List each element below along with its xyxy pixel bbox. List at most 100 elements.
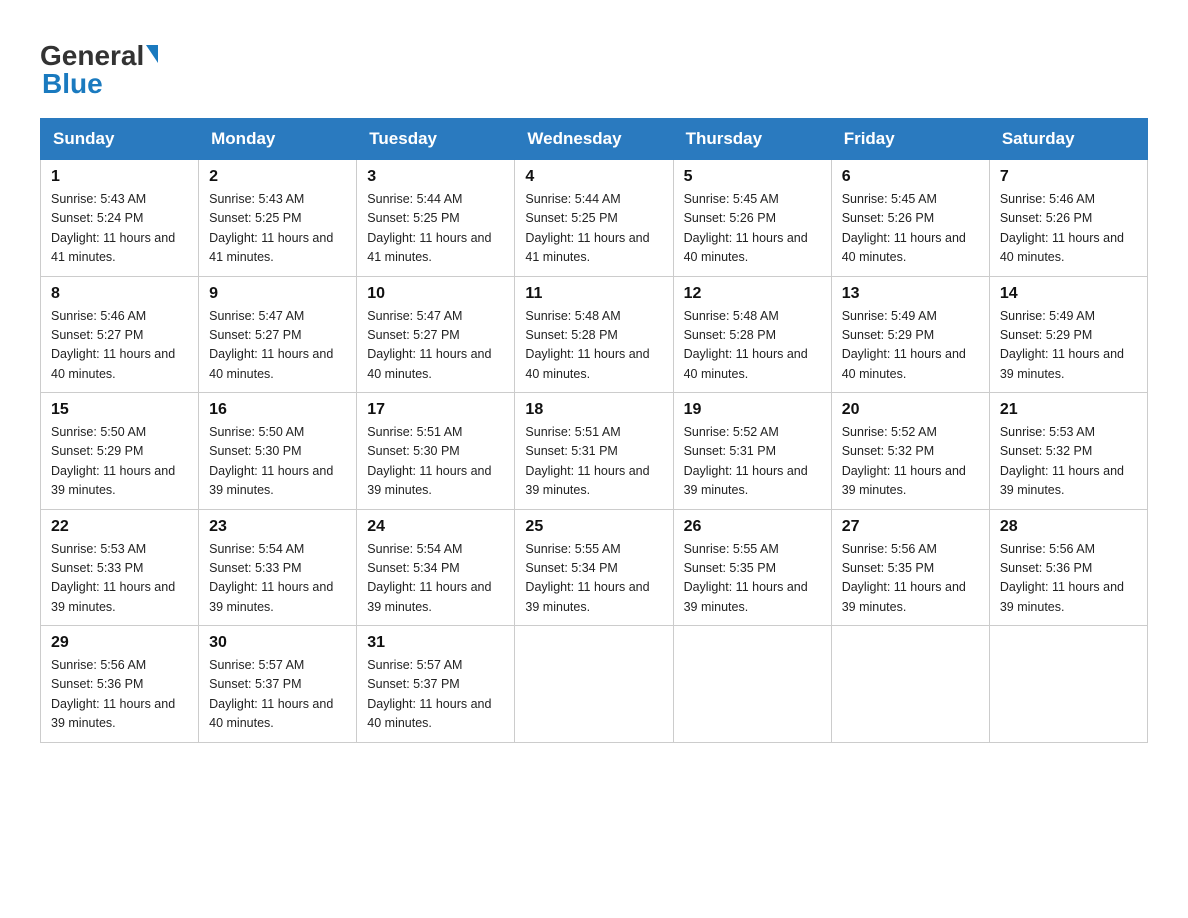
- day-number: 1: [51, 168, 188, 186]
- logo: General Blue: [40, 40, 158, 100]
- logo-blue-text: Blue: [42, 68, 103, 100]
- day-info: Sunrise: 5:55 AM Sunset: 5:35 PM Dayligh…: [684, 540, 821, 618]
- sunrise-label: Sunrise: 5:57 AM: [367, 658, 462, 672]
- day-number: 5: [684, 168, 821, 186]
- calendar-cell: 3 Sunrise: 5:44 AM Sunset: 5:25 PM Dayli…: [357, 160, 515, 277]
- calendar-cell: [515, 626, 673, 743]
- calendar-cell: 7 Sunrise: 5:46 AM Sunset: 5:26 PM Dayli…: [989, 160, 1147, 277]
- day-number: 11: [525, 285, 662, 303]
- sunrise-label: Sunrise: 5:56 AM: [1000, 542, 1095, 556]
- sunset-label: Sunset: 5:27 PM: [51, 328, 143, 342]
- calendar-cell: 12 Sunrise: 5:48 AM Sunset: 5:28 PM Dayl…: [673, 276, 831, 393]
- sunrise-label: Sunrise: 5:54 AM: [209, 542, 304, 556]
- day-info: Sunrise: 5:48 AM Sunset: 5:28 PM Dayligh…: [684, 307, 821, 385]
- calendar-cell: [673, 626, 831, 743]
- sunrise-label: Sunrise: 5:45 AM: [684, 192, 779, 206]
- day-number: 28: [1000, 518, 1137, 536]
- day-number: 3: [367, 168, 504, 186]
- calendar-week-row: 22 Sunrise: 5:53 AM Sunset: 5:33 PM Dayl…: [41, 509, 1148, 626]
- sunrise-label: Sunrise: 5:52 AM: [684, 425, 779, 439]
- sunrise-label: Sunrise: 5:48 AM: [525, 309, 620, 323]
- day-number: 30: [209, 634, 346, 652]
- calendar-cell: 11 Sunrise: 5:48 AM Sunset: 5:28 PM Dayl…: [515, 276, 673, 393]
- sunset-label: Sunset: 5:31 PM: [684, 444, 776, 458]
- calendar-cell: 4 Sunrise: 5:44 AM Sunset: 5:25 PM Dayli…: [515, 160, 673, 277]
- day-number: 15: [51, 401, 188, 419]
- day-info: Sunrise: 5:45 AM Sunset: 5:26 PM Dayligh…: [684, 190, 821, 268]
- weekday-header-monday: Monday: [199, 119, 357, 160]
- sunrise-label: Sunrise: 5:44 AM: [525, 192, 620, 206]
- weekday-header-sunday: Sunday: [41, 119, 199, 160]
- calendar-cell: [831, 626, 989, 743]
- day-info: Sunrise: 5:44 AM Sunset: 5:25 PM Dayligh…: [525, 190, 662, 268]
- day-info: Sunrise: 5:50 AM Sunset: 5:29 PM Dayligh…: [51, 423, 188, 501]
- sunrise-label: Sunrise: 5:52 AM: [842, 425, 937, 439]
- day-info: Sunrise: 5:46 AM Sunset: 5:26 PM Dayligh…: [1000, 190, 1137, 268]
- sunset-label: Sunset: 5:27 PM: [367, 328, 459, 342]
- day-number: 16: [209, 401, 346, 419]
- day-number: 22: [51, 518, 188, 536]
- weekday-header-row: SundayMondayTuesdayWednesdayThursdayFrid…: [41, 119, 1148, 160]
- sunset-label: Sunset: 5:35 PM: [684, 561, 776, 575]
- daylight-label: Daylight: 11 hours and 40 minutes.: [842, 231, 966, 264]
- calendar-cell: 25 Sunrise: 5:55 AM Sunset: 5:34 PM Dayl…: [515, 509, 673, 626]
- daylight-label: Daylight: 11 hours and 41 minutes.: [209, 231, 333, 264]
- daylight-label: Daylight: 11 hours and 40 minutes.: [684, 347, 808, 380]
- calendar-cell: 22 Sunrise: 5:53 AM Sunset: 5:33 PM Dayl…: [41, 509, 199, 626]
- calendar-cell: 8 Sunrise: 5:46 AM Sunset: 5:27 PM Dayli…: [41, 276, 199, 393]
- sunrise-label: Sunrise: 5:50 AM: [209, 425, 304, 439]
- day-info: Sunrise: 5:55 AM Sunset: 5:34 PM Dayligh…: [525, 540, 662, 618]
- daylight-label: Daylight: 11 hours and 40 minutes.: [367, 347, 491, 380]
- daylight-label: Daylight: 11 hours and 40 minutes.: [684, 231, 808, 264]
- sunrise-label: Sunrise: 5:56 AM: [51, 658, 146, 672]
- calendar-cell: 19 Sunrise: 5:52 AM Sunset: 5:31 PM Dayl…: [673, 393, 831, 510]
- sunset-label: Sunset: 5:26 PM: [1000, 211, 1092, 225]
- day-info: Sunrise: 5:52 AM Sunset: 5:31 PM Dayligh…: [684, 423, 821, 501]
- sunset-label: Sunset: 5:31 PM: [525, 444, 617, 458]
- sunrise-label: Sunrise: 5:54 AM: [367, 542, 462, 556]
- sunset-label: Sunset: 5:30 PM: [367, 444, 459, 458]
- daylight-label: Daylight: 11 hours and 40 minutes.: [209, 697, 333, 730]
- calendar-cell: 27 Sunrise: 5:56 AM Sunset: 5:35 PM Dayl…: [831, 509, 989, 626]
- day-info: Sunrise: 5:43 AM Sunset: 5:25 PM Dayligh…: [209, 190, 346, 268]
- daylight-label: Daylight: 11 hours and 39 minutes.: [525, 464, 649, 497]
- calendar-week-row: 8 Sunrise: 5:46 AM Sunset: 5:27 PM Dayli…: [41, 276, 1148, 393]
- sunset-label: Sunset: 5:25 PM: [367, 211, 459, 225]
- daylight-label: Daylight: 11 hours and 39 minutes.: [51, 697, 175, 730]
- day-info: Sunrise: 5:49 AM Sunset: 5:29 PM Dayligh…: [1000, 307, 1137, 385]
- sunset-label: Sunset: 5:29 PM: [51, 444, 143, 458]
- daylight-label: Daylight: 11 hours and 40 minutes.: [367, 697, 491, 730]
- page-header: General Blue: [40, 30, 1148, 100]
- calendar-cell: 24 Sunrise: 5:54 AM Sunset: 5:34 PM Dayl…: [357, 509, 515, 626]
- day-number: 21: [1000, 401, 1137, 419]
- day-number: 20: [842, 401, 979, 419]
- day-info: Sunrise: 5:56 AM Sunset: 5:35 PM Dayligh…: [842, 540, 979, 618]
- sunrise-label: Sunrise: 5:57 AM: [209, 658, 304, 672]
- calendar-cell: 23 Sunrise: 5:54 AM Sunset: 5:33 PM Dayl…: [199, 509, 357, 626]
- calendar-table: SundayMondayTuesdayWednesdayThursdayFrid…: [40, 118, 1148, 743]
- calendar-week-row: 15 Sunrise: 5:50 AM Sunset: 5:29 PM Dayl…: [41, 393, 1148, 510]
- day-number: 10: [367, 285, 504, 303]
- logo-arrow-icon: [146, 45, 158, 63]
- day-info: Sunrise: 5:47 AM Sunset: 5:27 PM Dayligh…: [209, 307, 346, 385]
- day-number: 19: [684, 401, 821, 419]
- daylight-label: Daylight: 11 hours and 39 minutes.: [1000, 580, 1124, 613]
- daylight-label: Daylight: 11 hours and 39 minutes.: [209, 580, 333, 613]
- day-info: Sunrise: 5:43 AM Sunset: 5:24 PM Dayligh…: [51, 190, 188, 268]
- day-info: Sunrise: 5:46 AM Sunset: 5:27 PM Dayligh…: [51, 307, 188, 385]
- calendar-cell: 20 Sunrise: 5:52 AM Sunset: 5:32 PM Dayl…: [831, 393, 989, 510]
- calendar-cell: 9 Sunrise: 5:47 AM Sunset: 5:27 PM Dayli…: [199, 276, 357, 393]
- day-info: Sunrise: 5:56 AM Sunset: 5:36 PM Dayligh…: [1000, 540, 1137, 618]
- daylight-label: Daylight: 11 hours and 39 minutes.: [209, 464, 333, 497]
- calendar-cell: 13 Sunrise: 5:49 AM Sunset: 5:29 PM Dayl…: [831, 276, 989, 393]
- day-number: 8: [51, 285, 188, 303]
- sunrise-label: Sunrise: 5:55 AM: [684, 542, 779, 556]
- sunrise-label: Sunrise: 5:53 AM: [1000, 425, 1095, 439]
- calendar-cell: 26 Sunrise: 5:55 AM Sunset: 5:35 PM Dayl…: [673, 509, 831, 626]
- day-info: Sunrise: 5:54 AM Sunset: 5:33 PM Dayligh…: [209, 540, 346, 618]
- calendar-cell: [989, 626, 1147, 743]
- sunrise-label: Sunrise: 5:43 AM: [51, 192, 146, 206]
- daylight-label: Daylight: 11 hours and 41 minutes.: [51, 231, 175, 264]
- weekday-header-wednesday: Wednesday: [515, 119, 673, 160]
- calendar-cell: 10 Sunrise: 5:47 AM Sunset: 5:27 PM Dayl…: [357, 276, 515, 393]
